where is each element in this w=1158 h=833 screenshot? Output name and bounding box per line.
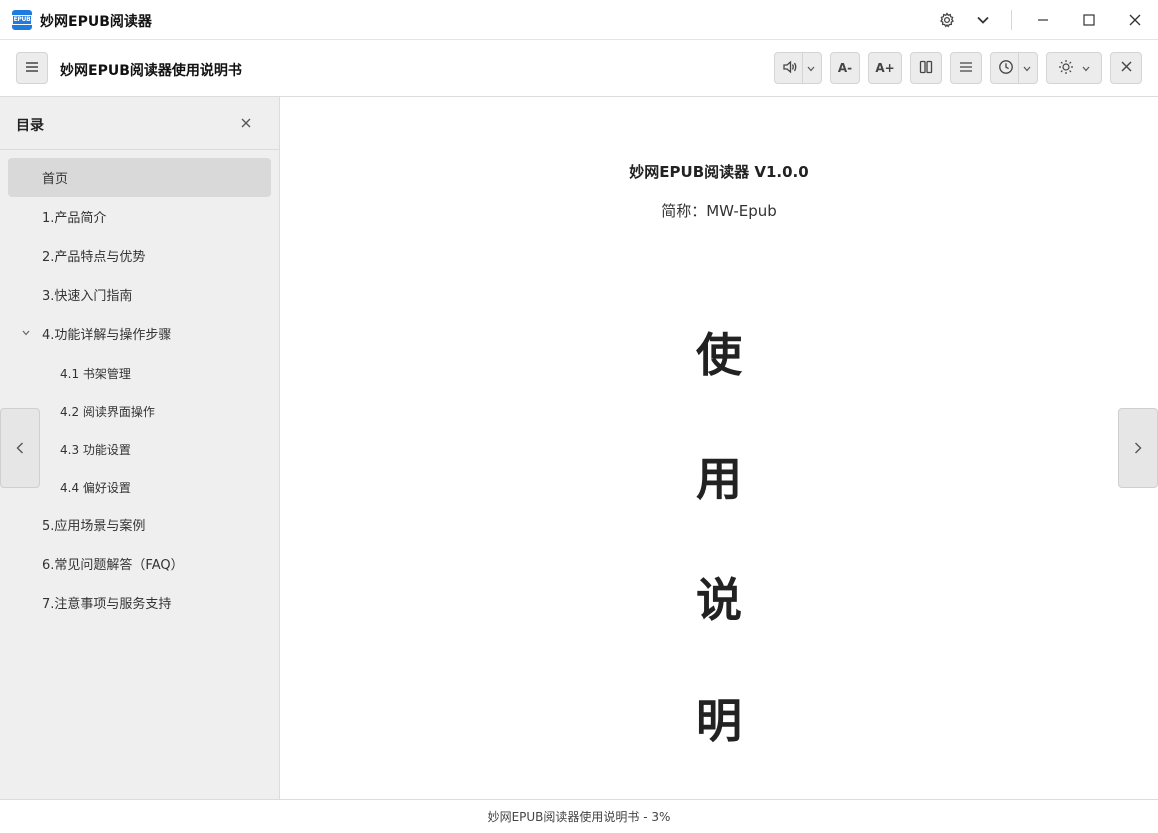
cover-char: 明	[696, 694, 742, 748]
toc-item-label: 4.1 书架管理	[60, 366, 131, 381]
toc-item-home[interactable]: 首页	[8, 158, 271, 197]
button-split	[1017, 53, 1019, 83]
toc-item-label: 5.应用场景与案例	[42, 519, 146, 534]
app-title: 妙网EPUB阅读器	[40, 14, 152, 30]
toc-item-5[interactable]: 5.应用场景与案例	[8, 505, 271, 544]
close-icon[interactable]	[241, 114, 251, 132]
two-column-icon	[919, 60, 933, 77]
cover-char: 说	[696, 573, 742, 627]
layout-list-button[interactable]	[950, 52, 982, 84]
reading-progress-text: 妙网EPUB阅读器使用说明书 - 3%	[487, 810, 671, 824]
toc-item-7[interactable]: 7.注意事项与服务支持	[8, 583, 271, 622]
menu-icon	[25, 61, 39, 76]
list-icon	[959, 61, 973, 76]
toc-item-label: 6.常见问题解答（FAQ）	[42, 558, 184, 573]
font-increase-button[interactable]: A+	[868, 52, 902, 84]
close-icon	[1121, 61, 1132, 75]
toc-item-label: 4.2 阅读界面操作	[60, 404, 155, 419]
toc-item-4-2[interactable]: 4.2 阅读界面操作	[8, 392, 271, 430]
cover-char: 用	[696, 452, 742, 506]
history-button[interactable]	[990, 52, 1038, 84]
next-page-button[interactable]	[1118, 408, 1158, 488]
menu-button[interactable]	[16, 52, 48, 84]
speaker-icon	[782, 60, 798, 77]
toc-item-2[interactable]: 2.产品特点与优势	[8, 236, 271, 275]
toc-item-3[interactable]: 3.快速入门指南	[8, 275, 271, 314]
title-separator	[1011, 10, 1012, 30]
toc-item-label: 4.4 偏好设置	[60, 480, 131, 495]
toc-sidebar: 目录 首页 1.产品简介 2.产品特点与优势 3.快速入门指南 4.功能详解与操…	[0, 97, 280, 799]
toc-item-label: 1.产品简介	[42, 211, 107, 226]
toc-item-label: 7.注意事项与服务支持	[42, 597, 172, 612]
toc-item-4-1[interactable]: 4.1 书架管理	[8, 354, 271, 392]
toc-item-1[interactable]: 1.产品简介	[8, 197, 271, 236]
close-book-button[interactable]	[1110, 52, 1142, 84]
reading-pane: 妙网EPUB阅读器 V1.0.0 简称：MW-Epub 使 用 说 明	[280, 97, 1158, 799]
theme-button[interactable]	[1046, 52, 1102, 84]
book-subtitle: 简称：MW-Epub	[661, 202, 777, 220]
toc-item-label: 首页	[42, 172, 69, 187]
document-title: 妙网EPUB阅读器使用说明书	[60, 63, 242, 79]
chevron-down-icon	[1082, 61, 1090, 75]
chevron-down-icon[interactable]	[971, 8, 995, 32]
prev-page-button[interactable]	[0, 408, 40, 488]
clock-icon	[998, 59, 1014, 78]
chevron-down-icon	[807, 61, 815, 75]
chevron-right-icon	[1134, 438, 1142, 459]
minimize-icon[interactable]	[1031, 8, 1055, 32]
maximize-icon[interactable]	[1077, 8, 1101, 32]
chevron-down-icon[interactable]	[22, 328, 30, 339]
button-split	[801, 53, 803, 83]
sun-icon	[1058, 59, 1074, 78]
cover-char: 使	[696, 328, 742, 382]
two-column-button[interactable]	[910, 52, 942, 84]
toc-item-label: 2.产品特点与优势	[42, 250, 146, 265]
status-bar: 妙网EPUB阅读器使用说明书 - 3%	[0, 799, 1158, 833]
toc-item-4-4[interactable]: 4.4 偏好设置	[8, 468, 271, 506]
chevron-down-icon	[1023, 61, 1031, 75]
book-title: 妙网EPUB阅读器 V1.0.0	[629, 163, 809, 181]
toc-item-label: 3.快速入门指南	[42, 289, 133, 304]
toc-item-6[interactable]: 6.常见问题解答（FAQ）	[8, 544, 271, 583]
read-aloud-button[interactable]	[774, 52, 822, 84]
gear-icon[interactable]	[935, 8, 959, 32]
toc-item-label: 4.3 功能设置	[60, 442, 131, 457]
font-decrease-button[interactable]: A-	[830, 52, 860, 84]
toc-title: 目录	[16, 118, 44, 134]
toolbar: 妙网EPUB阅读器使用说明书 A- A+	[0, 40, 1158, 97]
app-logo: EPUB	[11, 10, 33, 30]
toc-header: 目录	[0, 97, 279, 150]
title-bar: EPUB 妙网EPUB阅读器	[0, 0, 1158, 40]
toc-item-4[interactable]: 4.功能详解与操作步骤	[8, 314, 271, 353]
toc-item-label: 4.功能详解与操作步骤	[42, 328, 172, 343]
close-icon[interactable]	[1123, 8, 1147, 32]
toc-item-4-3[interactable]: 4.3 功能设置	[8, 430, 271, 468]
chevron-left-icon	[16, 438, 24, 459]
